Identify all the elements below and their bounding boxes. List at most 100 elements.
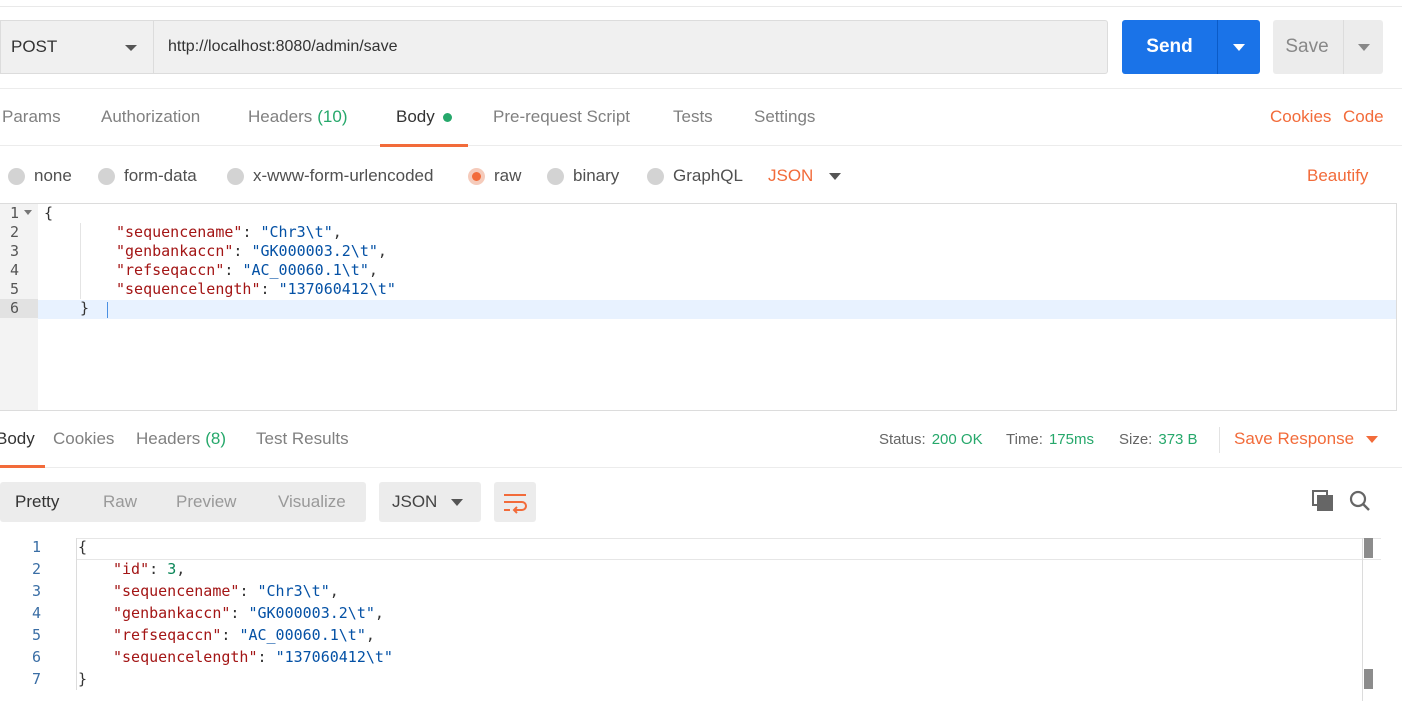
fold-arrow-icon[interactable] (24, 210, 32, 215)
code-line: "sequencelength": "137060412\t" (116, 280, 396, 298)
send-button[interactable]: Send (1122, 20, 1217, 74)
copy-icon[interactable] (1311, 489, 1335, 513)
tab-authorization[interactable]: Authorization (101, 89, 200, 145)
open-brace: { (78, 538, 88, 556)
current-line-highlight (38, 300, 1396, 319)
body-format-select[interactable]: JSON (768, 150, 842, 202)
tab-params-label: Params (2, 107, 61, 126)
radio-selected-icon (468, 167, 485, 185)
time-value: 175ms (1048, 430, 1094, 448)
code-link[interactable]: Code (1343, 89, 1384, 145)
line-number: 3 (10, 242, 20, 260)
resp-headers-count: (8) (205, 429, 227, 448)
radio-none-label: none (34, 166, 72, 185)
method-label: POST (11, 37, 58, 56)
json-key: "genbankaccn" (116, 242, 234, 260)
wrap-lines-button[interactable] (494, 482, 536, 522)
code-line: "id": 3, (113, 560, 186, 578)
chevron-down-icon (125, 45, 137, 51)
resp-tab-headers-label: Headers (136, 429, 201, 448)
radio-raw[interactable]: raw (468, 150, 521, 202)
search-icon[interactable] (1348, 489, 1372, 513)
comma: , (329, 582, 339, 600)
resp-tab-cookies-label: Cookies (53, 429, 115, 448)
radio-binary-label: binary (573, 166, 620, 185)
resp-tab-body[interactable]: Body (0, 412, 45, 468)
radio-circle-icon (98, 167, 115, 185)
line-number: 4 (31, 604, 41, 622)
radio-form-data-label: form-data (124, 166, 197, 185)
scrollbar-thumb[interactable] (1364, 669, 1373, 689)
view-raw[interactable]: Raw (103, 482, 137, 522)
save-response-button[interactable]: Save Response (1234, 412, 1379, 466)
tab-body[interactable]: Body (380, 89, 468, 147)
body-indicator-dot-icon (442, 112, 452, 122)
tab-tests-label: Tests (673, 107, 713, 126)
line-number: 2 (10, 223, 20, 241)
save-button[interactable]: Save (1273, 20, 1341, 74)
tab-headers[interactable]: Headers (10) (248, 89, 348, 145)
status-indicator: Status: 200 OK (879, 412, 983, 466)
line-number: 5 (31, 626, 41, 644)
json-value: "AC_00060.1\t" (239, 626, 366, 644)
response-format-select[interactable]: JSON (379, 482, 481, 522)
comma: , (332, 223, 342, 241)
json-key: "genbankaccn" (113, 604, 231, 622)
request-body-editor[interactable]: 1 2 3 4 5 6 { "sequencename": "Chr3\t", … (0, 203, 1397, 411)
tab-prerequest-script[interactable]: Pre-request Script (493, 89, 630, 145)
line-number: 6 (31, 648, 41, 666)
line-number-gutter: 1 2 3 4 5 6 (0, 204, 38, 410)
tab-params[interactable]: Params (2, 89, 61, 145)
view-pretty[interactable]: Pretty (15, 482, 59, 522)
size-indicator: Size: 373 B (1119, 412, 1198, 466)
line-number: 1 (10, 204, 20, 222)
url-input[interactable]: http://localhost:8080/admin/save (153, 20, 1108, 74)
line-number: 4 (10, 261, 20, 279)
json-value: "137060412\t" (278, 280, 396, 298)
code-line: { (44, 204, 53, 223)
radio-form-data[interactable]: form-data (98, 150, 197, 202)
line-number: 2 (31, 560, 41, 578)
chevron-down-icon (1366, 435, 1379, 443)
save-dropdown-chevron-icon[interactable] (1344, 20, 1383, 74)
scrollbar-thumb[interactable] (1364, 538, 1373, 558)
comma: , (374, 604, 384, 622)
view-visualize[interactable]: Visualize (278, 482, 346, 522)
text-cursor (107, 302, 108, 318)
cookies-link[interactable]: Cookies (1270, 89, 1331, 145)
tab-settings[interactable]: Settings (754, 89, 815, 145)
method-select[interactable]: POST (0, 20, 153, 74)
comma: , (368, 261, 378, 279)
status-label: Status: (879, 430, 926, 448)
beautify-link[interactable]: Beautify (1307, 150, 1368, 202)
save-button-group: Save (1273, 20, 1383, 74)
radio-circle-icon (547, 167, 564, 185)
comma: , (377, 242, 387, 260)
json-key: "id" (113, 560, 150, 578)
json-value: "AC_00060.1\t" (242, 261, 369, 279)
radio-binary[interactable]: binary (547, 150, 619, 202)
json-value: "GK000003.2\t" (248, 604, 375, 622)
save-response-label: Save Response (1234, 429, 1355, 448)
headers-count: (10) (317, 107, 348, 126)
code-line: { (78, 536, 87, 558)
view-preview[interactable]: Preview (176, 482, 236, 522)
response-body-viewer[interactable]: 1 2 3 4 5 6 7 { "id": 3, "sequencename":… (0, 536, 1402, 701)
size-value: 373 B (1158, 430, 1198, 448)
indent-guide (80, 223, 81, 299)
radio-graphql[interactable]: GraphQL (647, 150, 743, 202)
radio-raw-label: raw (494, 166, 522, 185)
close-brace: } (78, 670, 88, 688)
resp-tab-test-results-label: Test Results (256, 429, 349, 448)
tab-authorization-label: Authorization (101, 107, 201, 126)
resp-tab-cookies[interactable]: Cookies (53, 412, 114, 466)
time-indicator: Time: 175ms (1006, 412, 1094, 466)
radio-urlencoded[interactable]: x-www-form-urlencoded (227, 150, 433, 202)
radio-none[interactable]: none (8, 150, 72, 202)
resp-tab-test-results[interactable]: Test Results (256, 412, 349, 466)
radio-urlencoded-label: x-www-form-urlencoded (253, 166, 434, 185)
tab-tests[interactable]: Tests (673, 89, 713, 145)
send-dropdown-chevron-icon[interactable] (1218, 20, 1260, 74)
response-view-mode: Pretty Raw Preview Visualize (0, 482, 366, 522)
resp-tab-headers[interactable]: Headers (8) (136, 412, 226, 466)
